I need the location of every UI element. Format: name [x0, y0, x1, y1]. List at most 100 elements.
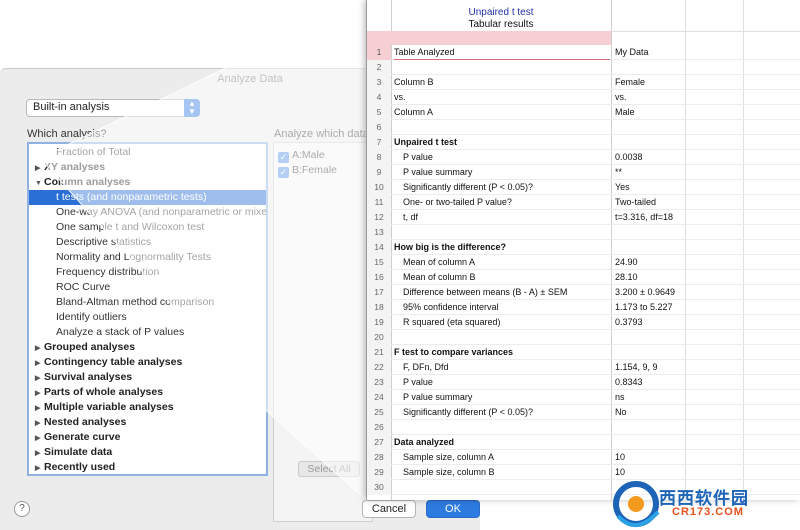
- row-value-cell[interactable]: Male: [615, 105, 685, 120]
- row-label-cell[interactable]: Sample size, column B: [394, 465, 610, 480]
- row-label-cell[interactable]: R squared (eta squared): [394, 315, 610, 330]
- table-row[interactable]: 7 Unpaired t test: [367, 135, 800, 150]
- row-value-cell[interactable]: **: [615, 165, 685, 180]
- empty-cell[interactable]: [685, 165, 800, 180]
- row-label-cell[interactable]: F test to compare variances: [394, 345, 610, 360]
- row-label-cell[interactable]: Unpaired t test: [394, 135, 610, 150]
- row-label-cell[interactable]: [394, 60, 610, 75]
- empty-cell[interactable]: [685, 345, 800, 360]
- tree-item[interactable]: Bland-Altman method comparison: [29, 295, 266, 310]
- disclosure-right-icon[interactable]: ▶: [35, 386, 44, 401]
- disclosure-right-icon[interactable]: ▶: [35, 416, 44, 431]
- empty-cell[interactable]: [685, 195, 800, 210]
- table-row[interactable]: 11 One- or two-tailed P value? Two-tailed: [367, 195, 800, 210]
- row-label-cell[interactable]: Significantly different (P < 0.05)?: [394, 180, 610, 195]
- empty-cell[interactable]: [685, 90, 800, 105]
- disclosure-right-icon[interactable]: ▶: [35, 356, 44, 371]
- row-label-cell[interactable]: 95% confidence interval: [394, 300, 610, 315]
- tree-group-item[interactable]: ▼ Column analyses: [29, 175, 266, 190]
- row-label-cell[interactable]: Significantly different (P < 0.05)?: [394, 405, 610, 420]
- row-label-cell[interactable]: P value summary: [394, 165, 610, 180]
- empty-cell[interactable]: [685, 270, 800, 285]
- table-row[interactable]: 6: [367, 120, 800, 135]
- tree-group-item[interactable]: ▶ Generate curve: [29, 430, 266, 445]
- tree-group-item[interactable]: ▶ Contingency table analyses: [29, 355, 266, 370]
- tree-item[interactable]: Descriptive statistics: [29, 235, 266, 250]
- cancel-button[interactable]: Cancel: [362, 500, 416, 518]
- disclosure-right-icon[interactable]: ▶: [35, 401, 44, 416]
- ok-button[interactable]: OK: [426, 500, 480, 518]
- table-row[interactable]: 23 P value 0.8343: [367, 375, 800, 390]
- select-all-button[interactable]: Select All: [298, 461, 360, 477]
- tree-item[interactable]: Normality and Lognormality Tests: [29, 250, 266, 265]
- empty-cell[interactable]: [685, 135, 800, 150]
- table-row[interactable]: 19 R squared (eta squared) 0.3793: [367, 315, 800, 330]
- row-value-cell[interactable]: 28.10: [615, 270, 685, 285]
- empty-cell[interactable]: [685, 255, 800, 270]
- tree-group-item[interactable]: ▶ Grouped analyses: [29, 340, 266, 355]
- empty-cell[interactable]: [685, 60, 800, 75]
- checkbox-checked-icon[interactable]: ✓: [278, 167, 289, 178]
- empty-cell[interactable]: [685, 45, 800, 60]
- row-label-cell[interactable]: Sample size, column A: [394, 450, 610, 465]
- table-row[interactable]: 2: [367, 60, 800, 75]
- dataset-item[interactable]: ✓ B:Female: [278, 163, 337, 178]
- help-button[interactable]: ?: [14, 501, 30, 517]
- checkbox-checked-icon[interactable]: ✓: [278, 152, 289, 163]
- dataset-item[interactable]: ✓ A:Male: [278, 148, 325, 163]
- tree-group-item[interactable]: ▶ Multiple variable analyses: [29, 400, 266, 415]
- tree-item[interactable]: t tests (and nonparametric tests): [29, 190, 266, 205]
- row-label-cell[interactable]: How big is the difference?: [394, 240, 610, 255]
- tree-item[interactable]: Frequency distribution: [29, 265, 266, 280]
- empty-cell[interactable]: [685, 240, 800, 255]
- analysis-tree[interactable]: Fraction of Total ▶ XY analyses ▼ Column ana…: [27, 142, 268, 476]
- table-row[interactable]: 26: [367, 420, 800, 435]
- row-value-cell[interactable]: My Data: [615, 45, 685, 60]
- disclosure-right-icon[interactable]: ▶: [35, 431, 44, 446]
- table-row[interactable]: 12 t, df t=3.316, df=18: [367, 210, 800, 225]
- empty-cell[interactable]: [685, 330, 800, 345]
- row-label-cell[interactable]: Mean of column A: [394, 255, 610, 270]
- table-row[interactable]: 21 F test to compare variances: [367, 345, 800, 360]
- empty-cell[interactable]: [685, 210, 800, 225]
- empty-cell[interactable]: [685, 405, 800, 420]
- table-row[interactable]: 28 Sample size, column A 10: [367, 450, 800, 465]
- table-row[interactable]: 22 F, DFn, Dfd 1.154, 9, 9: [367, 360, 800, 375]
- empty-cell[interactable]: [685, 285, 800, 300]
- empty-cell[interactable]: [685, 150, 800, 165]
- row-value-cell[interactable]: vs.: [615, 90, 685, 105]
- empty-cell[interactable]: [685, 180, 800, 195]
- empty-cell[interactable]: [685, 315, 800, 330]
- row-value-cell[interactable]: 10: [615, 450, 685, 465]
- empty-cell[interactable]: [685, 375, 800, 390]
- row-label-cell[interactable]: P value: [394, 150, 610, 165]
- empty-cell[interactable]: [685, 300, 800, 315]
- row-value-cell[interactable]: Female: [615, 75, 685, 90]
- tree-group-item[interactable]: ▶ XY analyses: [29, 160, 266, 175]
- empty-cell[interactable]: [685, 435, 800, 450]
- tree-item[interactable]: Analyze a stack of P values: [29, 325, 266, 340]
- row-label-cell[interactable]: F, DFn, Dfd: [394, 360, 610, 375]
- tree-item[interactable]: One sample t and Wilcoxon test: [29, 220, 266, 235]
- table-row[interactable]: 25 Significantly different (P < 0.05)? No: [367, 405, 800, 420]
- row-value-cell[interactable]: 1.154, 9, 9: [615, 360, 685, 375]
- disclosure-right-icon[interactable]: ▶: [35, 446, 44, 461]
- empty-cell[interactable]: [685, 390, 800, 405]
- disclosure-right-icon[interactable]: ▶: [35, 161, 44, 176]
- table-row[interactable]: 17 Difference between means (B - A) ± SEM…: [367, 285, 800, 300]
- row-value-cell[interactable]: No: [615, 405, 685, 420]
- table-row[interactable]: 15 Mean of column A 24.90: [367, 255, 800, 270]
- row-label-cell[interactable]: P value: [394, 375, 610, 390]
- row-label-cell[interactable]: [394, 225, 610, 240]
- row-value-cell[interactable]: 3.200 ± 0.9649: [615, 285, 685, 300]
- disclosure-right-icon[interactable]: ▶: [35, 341, 44, 356]
- table-row[interactable]: 27 Data analyzed: [367, 435, 800, 450]
- table-row[interactable]: 18 95% confidence interval 1.173 to 5.227: [367, 300, 800, 315]
- disclosure-right-icon[interactable]: ▶: [35, 371, 44, 386]
- empty-cell[interactable]: [685, 75, 800, 90]
- row-value-cell[interactable]: Yes: [615, 180, 685, 195]
- row-label-cell[interactable]: Mean of column B: [394, 270, 610, 285]
- disclosure-down-icon[interactable]: ▼: [35, 176, 44, 191]
- row-label-cell[interactable]: [394, 330, 610, 345]
- tree-group-item[interactable]: ▶ Survival analyses: [29, 370, 266, 385]
